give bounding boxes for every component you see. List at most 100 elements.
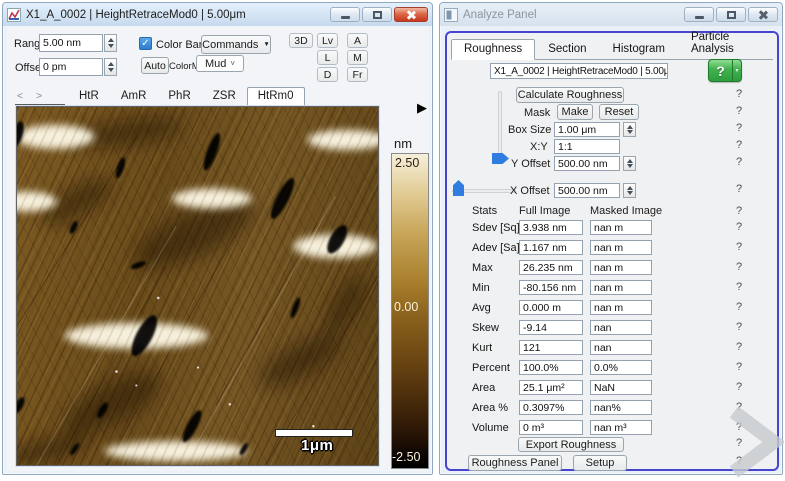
stat-full-image-field[interactable]: 121 (519, 340, 583, 355)
analysis-tab[interactable]: Histogram (600, 39, 678, 60)
help-mark[interactable]: ? (736, 205, 742, 217)
stat-full-image-field[interactable]: 26.235 nm (519, 260, 583, 275)
channel-tab[interactable]: ZSR (202, 87, 247, 106)
help-mark[interactable]: ? (736, 281, 742, 293)
stat-masked-image-field[interactable]: nan m (590, 220, 652, 235)
stat-full-image-field[interactable]: -9.14 (519, 320, 583, 335)
analysis-tab[interactable]: Roughness (451, 39, 535, 60)
stat-masked-image-field[interactable]: 0.0% (590, 360, 652, 375)
maximize-button[interactable] (362, 7, 392, 22)
help-mark[interactable]: ? (736, 321, 742, 333)
help-mark[interactable]: ? (736, 221, 742, 233)
x-offset-spinner[interactable] (623, 183, 636, 198)
stat-full-image-field[interactable]: 0.3097% (519, 400, 583, 415)
help-mark[interactable]: ? (736, 381, 742, 393)
view-l-button[interactable]: L (317, 50, 338, 65)
help-mark[interactable]: ? (736, 241, 742, 253)
image-window-titlebar[interactable]: X1_A_0002 | HeightRetraceMod0 | 5.00μm (3, 3, 432, 26)
auto-button[interactable]: Auto (141, 57, 169, 74)
stat-label: Area % (472, 402, 508, 414)
channel-tab[interactable]: HtR (68, 87, 110, 106)
stat-masked-image-field[interactable]: nan% (590, 400, 652, 415)
afm-image[interactable]: 1μm (16, 106, 379, 466)
help-mark[interactable]: ? (736, 88, 742, 100)
stat-row: Max 26.235 nm nan m ? (447, 259, 777, 279)
stat-full-image-field[interactable]: 3.938 nm (519, 220, 583, 235)
offset-field[interactable]: 0 pm (39, 58, 103, 76)
range-spinner[interactable] (104, 34, 117, 52)
analysis-tab-label: Section (548, 43, 586, 55)
help-button[interactable]: ? ▾ (708, 59, 742, 82)
stat-masked-image-field[interactable]: nan m (590, 300, 652, 315)
x-offset-field[interactable]: 500.00 nm (554, 183, 620, 198)
stat-masked-image-field[interactable]: nan m (590, 280, 652, 295)
close-button[interactable] (748, 7, 778, 22)
roughness-panel: RoughnessSectionHistogramParticle Analys… (445, 31, 779, 471)
colormap-select[interactable]: Mud ˅ (196, 55, 244, 72)
help-mark[interactable]: ? (736, 156, 742, 168)
stat-masked-image-field[interactable]: nan m (590, 260, 652, 275)
view-m-button[interactable]: M (347, 50, 368, 65)
help-mark[interactable]: ? (736, 261, 742, 273)
view-3d-button[interactable]: 3D (289, 33, 313, 48)
color-bar-checkbox[interactable]: ✓ (139, 37, 152, 50)
box-size-spinner[interactable] (623, 122, 636, 137)
stat-masked-image-field[interactable]: nan (590, 340, 652, 355)
maximize-button[interactable] (716, 7, 746, 22)
y-offset-spinner[interactable] (623, 156, 636, 171)
stat-full-image-field[interactable]: -80.156 nm (519, 280, 583, 295)
range-field[interactable]: 5.00 nm (39, 34, 103, 52)
view-d-button[interactable]: D (317, 67, 338, 82)
export-roughness-button[interactable]: Export Roughness (518, 437, 624, 452)
stat-masked-image-field[interactable]: NaN (590, 380, 652, 395)
expand-panel-button[interactable]: ▶ (411, 99, 433, 117)
stat-masked-image-field[interactable]: nan (590, 320, 652, 335)
mask-reset-button[interactable]: Reset (599, 104, 639, 120)
help-mark[interactable]: ? (736, 361, 742, 373)
channel-tab[interactable]: HtRm0 (247, 87, 305, 106)
help-mark[interactable]: ? (736, 301, 742, 313)
close-button[interactable] (394, 7, 428, 22)
stat-full-image-field[interactable]: 100.0% (519, 360, 583, 375)
minimize-button[interactable] (684, 7, 714, 22)
help-mark[interactable]: ? (736, 341, 742, 353)
stat-label: Min (472, 282, 490, 294)
xy-field[interactable]: 1:1 (554, 139, 620, 154)
channel-tab[interactable]: PhR (157, 87, 201, 106)
minimize-button[interactable] (330, 7, 360, 22)
channel-tab[interactable]: AmR (110, 87, 158, 106)
offset-spinner[interactable] (104, 58, 117, 76)
dataset-selector[interactable]: X1_A_0002 | HeightRetraceMod0 | 5.00μm (490, 63, 668, 79)
y-offset-slider-track[interactable] (498, 91, 502, 159)
stat-full-image-field[interactable]: 0 m³ (519, 420, 583, 435)
stat-masked-image-field[interactable]: nan m³ (590, 420, 652, 435)
view-fr-button[interactable]: Fr (347, 67, 368, 82)
commands-menu-button[interactable]: Commands ▼ (201, 35, 271, 54)
analysis-tab-label: Histogram (613, 43, 665, 55)
view-lv-button[interactable]: Lv (317, 33, 338, 48)
tab-scroll-right-button[interactable]: > (36, 90, 42, 102)
help-mark[interactable]: ? (736, 122, 742, 134)
mask-make-button[interactable]: Make (557, 104, 593, 120)
analyze-window-titlebar[interactable]: Analyze Panel (440, 3, 782, 26)
stat-masked-image-field[interactable]: nan m (590, 240, 652, 255)
setup-button[interactable]: Setup (573, 455, 627, 471)
stat-full-image-field[interactable]: 25.1 μm² (519, 380, 583, 395)
y-offset-slider-handle[interactable] (492, 153, 509, 164)
colorbar: 2.50 0.00 -2.50 (391, 153, 429, 469)
help-mark[interactable]: ? (736, 183, 742, 195)
help-mark[interactable]: ? (736, 139, 742, 151)
analysis-tab[interactable]: Particle Analysis (678, 27, 773, 60)
view-a-button[interactable]: A (347, 33, 368, 48)
roughness-panel-button[interactable]: Roughness Panel (468, 455, 562, 471)
calculate-roughness-button[interactable]: Calculate Roughness (516, 87, 624, 103)
commands-label: Commands (202, 39, 258, 51)
box-size-field[interactable]: 1.00 μm (554, 122, 620, 137)
analysis-tab[interactable]: Section (535, 39, 599, 60)
stat-full-image-field[interactable]: 1.167 nm (519, 240, 583, 255)
y-offset-field[interactable]: 500.00 nm (554, 156, 620, 171)
x-offset-slider-handle[interactable] (453, 180, 464, 196)
help-mark[interactable]: ? (736, 105, 742, 117)
stat-full-image-field[interactable]: 0.000 m (519, 300, 583, 315)
tab-scroll-left-button[interactable]: < (17, 90, 23, 102)
